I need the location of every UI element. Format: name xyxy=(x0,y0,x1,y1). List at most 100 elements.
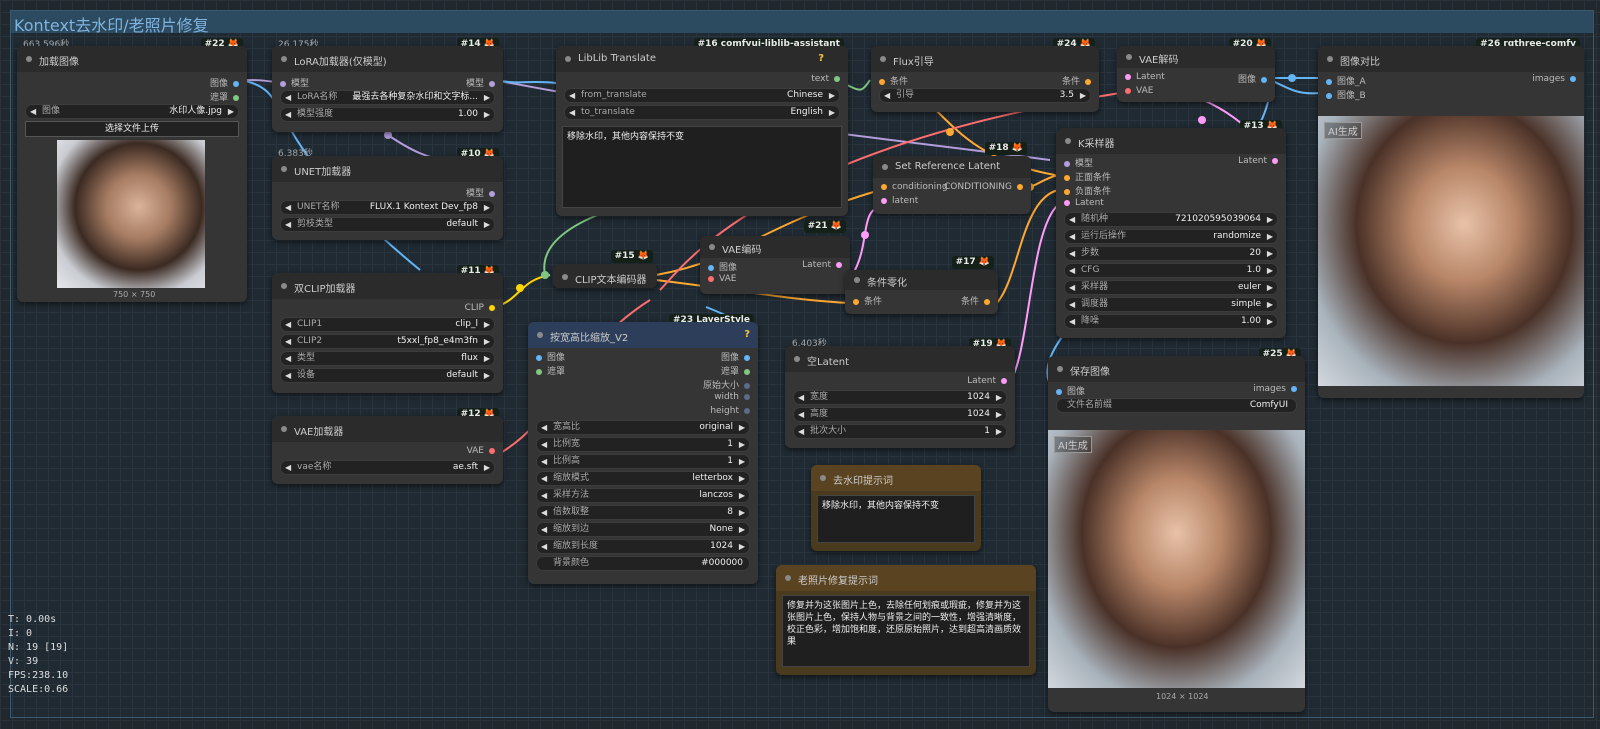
collapse-dot[interactable] xyxy=(26,56,32,62)
input-model[interactable]: 模型 xyxy=(280,76,309,89)
input-negative[interactable]: 负面条件 xyxy=(1064,184,1111,197)
output-latent[interactable]: Latent xyxy=(1238,156,1278,166)
node-liblib-translate[interactable]: #16 comfyui-liblib-assistant LibLib Tran… xyxy=(556,38,848,216)
node-ksampler[interactable]: #13 🦊 K采样器 模型 正面条件 负面条件 Latent Latent ◀ 随… xyxy=(1056,120,1286,338)
node-conditioning-zero[interactable]: #17 🦊 条件零化 条件 条件 xyxy=(845,256,998,314)
input-image-a[interactable]: 图像_A xyxy=(1326,74,1366,87)
note-textarea[interactable]: 修复并为这张图片上色，去除任何划痕或瑕疵，修复并为这张图片上色，保持人物与背景之… xyxy=(782,595,1030,667)
output-image[interactable]: 图像 xyxy=(721,350,750,363)
input-mask[interactable]: 遮罩 xyxy=(536,364,565,377)
guidance-input[interactable]: ◀ 引导 3.5 ▶ xyxy=(879,88,1091,103)
output-mask[interactable]: 遮罩 xyxy=(721,364,750,377)
input-latent[interactable]: latent xyxy=(881,196,918,206)
help-icon[interactable]: ? xyxy=(744,329,750,340)
node-save-image[interactable]: #25 🦊 保存图像 图像 images 文件名前缀 ComfyUI AI生成 1… xyxy=(1048,348,1305,712)
note-old-photo-prompt[interactable]: 老照片修复提示词 修复并为这张图片上色，去除任何划痕或瑕疵，修复并为这张图片上色… xyxy=(776,565,1036,675)
note-watermark-prompt[interactable]: 去水印提示词 移除水印，其他内容保持不变 xyxy=(811,465,981,551)
output-model[interactable]: 模型 xyxy=(466,76,495,89)
output-conditioning[interactable]: 条件 xyxy=(961,294,990,307)
model-strength-input[interactable]: ◀ 模型强度 1.00 ▶ xyxy=(280,107,495,122)
aspect-ratio-select[interactable]: ◀ 宽高比 original ▶ xyxy=(536,420,750,435)
collapse-dot[interactable] xyxy=(281,426,287,432)
lora-name-select[interactable]: ◀ LoRA名称 最强去各种复杂水印和文字标... ▶ xyxy=(280,90,495,105)
node-flux-guidance[interactable]: #24 🦊 Flux引导 条件 条件 ◀ 引导 3.5 ▶ xyxy=(871,38,1099,112)
clip2-select[interactable]: ◀ CLIP2 t5xxl_fp8_e4m3fn ▶ xyxy=(280,334,495,349)
filename-prefix-input[interactable]: 文件名前缀 ComfyUI xyxy=(1056,398,1297,413)
input-image[interactable]: 图像 xyxy=(708,260,737,273)
scale-to-length-input[interactable]: ◀ 缩放到长度 1024 ▶ xyxy=(536,539,750,554)
input-conditioning[interactable]: conditioning xyxy=(881,182,948,192)
input-latent[interactable]: Latent xyxy=(1064,198,1104,208)
output-image-preview[interactable]: AI生成 xyxy=(1048,430,1305,688)
output-conditioning[interactable]: CONDITIONING xyxy=(944,182,1023,192)
output-images[interactable]: images xyxy=(1253,384,1297,394)
output-images[interactable]: images xyxy=(1532,74,1576,84)
collapse-dot[interactable] xyxy=(281,56,287,62)
height-input[interactable]: ◀ 高度 1024 ▶ xyxy=(793,407,1007,422)
node-resize-by-ratio[interactable]: #23 LayerStyle 按宽高比缩放_V2 ? 图像 遮罩 图像 遮罩 原… xyxy=(528,314,758,584)
batch-size-input[interactable]: ◀ 批次大小 1 ▶ xyxy=(793,424,1007,439)
node-set-reference-latent[interactable]: #18 🦊 Set Reference Latent conditioning … xyxy=(873,142,1031,214)
input-image[interactable]: 图像 xyxy=(1056,384,1085,397)
collapse-dot[interactable] xyxy=(820,475,826,481)
node-load-image[interactable]: #22 🦊 加载图像 图像 遮罩 ◀ 图像 水印人像.jpg ▶ 选择文件上传 750… xyxy=(17,38,247,302)
help-icon[interactable]: ? xyxy=(818,53,824,64)
output-image[interactable]: 图像 xyxy=(1238,72,1267,85)
collapse-dot[interactable] xyxy=(794,356,800,362)
collapse-dot[interactable] xyxy=(562,274,568,280)
upload-button[interactable]: 选择文件上传 xyxy=(25,121,239,137)
prompt-textarea[interactable]: 移除水印，其他内容保持不变 xyxy=(562,126,842,208)
output-height[interactable]: height xyxy=(710,406,750,416)
output-image[interactable]: 图像 xyxy=(210,76,239,89)
clip-type-select[interactable]: ◀ 类型 flux ▶ xyxy=(280,351,495,366)
from-translate-select[interactable]: ◀ from_translate Chinese ▶ xyxy=(564,88,840,103)
fit-mode-select[interactable]: ◀ 缩放模式 letterbox ▶ xyxy=(536,471,750,486)
output-latent[interactable]: Latent xyxy=(967,376,1007,386)
output-width[interactable]: width xyxy=(714,392,750,402)
collapse-dot[interactable] xyxy=(281,283,287,289)
clip1-select[interactable]: ◀ CLIP1 clip_l ▶ xyxy=(280,317,495,332)
node-lora-loader[interactable]: #14 🦊 LoRA加载器(仅模型) 模型 模型 ◀ LoRA名称 最强去各种复杂水… xyxy=(272,38,503,132)
cfg-input[interactable]: ◀ CFG 1.0 ▶ xyxy=(1064,263,1278,278)
output-text[interactable]: text xyxy=(811,74,840,84)
collapse-dot[interactable] xyxy=(1065,138,1071,144)
input-conditioning[interactable]: 条件 xyxy=(853,294,882,307)
to-translate-select[interactable]: ◀ to_translate English ▶ xyxy=(564,105,840,120)
output-model[interactable]: 模型 xyxy=(466,186,495,199)
note-textarea[interactable]: 移除水印，其他内容保持不变 xyxy=(817,495,975,543)
seed-input[interactable]: ◀ 随机种 721020595039064 ▶ xyxy=(1064,212,1278,227)
compare-image[interactable]: AI生成 xyxy=(1318,116,1584,386)
node-vae-decode[interactable]: #20 🦊 VAE解码 Latent VAE 图像 xyxy=(1117,38,1275,102)
resample-method-select[interactable]: ◀ 采样方法 lanczos ▶ xyxy=(536,488,750,503)
output-original-size[interactable]: 原始大小 xyxy=(703,378,750,391)
control-after-generate-select[interactable]: ◀ 运行后操作 randomize ▶ xyxy=(1064,229,1278,244)
node-image-compare[interactable]: #26 rgthree-comfy 图像对比 图像_A 图像_B images … xyxy=(1318,38,1584,398)
collapse-dot[interactable] xyxy=(1327,56,1333,62)
input-vae[interactable]: VAE xyxy=(708,274,736,284)
collapse-dot[interactable] xyxy=(854,277,860,283)
input-vae[interactable]: VAE xyxy=(1125,86,1153,96)
collapse-dot[interactable] xyxy=(709,244,715,250)
node-unet-loader[interactable]: #10 🦊 UNET加载器 模型 ◀ UNET名称 FLUX.1 Kontext D… xyxy=(272,148,503,240)
steps-input[interactable]: ◀ 步数 20 ▶ xyxy=(1064,246,1278,261)
ratio-width-input[interactable]: ◀ 比例宽 1 ▶ xyxy=(536,437,750,452)
device-select[interactable]: ◀ 设备 default ▶ xyxy=(280,368,495,383)
round-multiple-input[interactable]: ◀ 倍数取整 8 ▶ xyxy=(536,505,750,520)
collapse-dot[interactable] xyxy=(537,332,543,338)
collapse-dot[interactable] xyxy=(1126,54,1132,60)
collapse-dot[interactable] xyxy=(565,56,571,62)
node-clip-text-encode[interactable]: #15 🦊 CLIP文本编码器 xyxy=(553,250,657,288)
output-vae[interactable]: VAE xyxy=(467,446,495,456)
width-input[interactable]: ◀ 宽度 1024 ▶ xyxy=(793,390,1007,405)
image-select[interactable]: ◀ 图像 水印人像.jpg ▶ xyxy=(25,104,239,119)
input-latent[interactable]: Latent xyxy=(1125,72,1165,82)
node-dual-clip-loader[interactable]: #11 🦊 双CLIP加载器 CLIP ◀ CLIP1 clip_l ▶ ◀ CLIP2… xyxy=(272,265,503,393)
scale-to-side-select[interactable]: ◀ 缩放到边 None ▶ xyxy=(536,522,750,537)
collapse-dot[interactable] xyxy=(785,575,791,581)
collapse-dot[interactable] xyxy=(882,164,888,170)
output-conditioning[interactable]: 条件 xyxy=(1062,74,1091,87)
input-model[interactable]: 模型 xyxy=(1064,156,1093,169)
output-clip[interactable]: CLIP xyxy=(465,303,495,313)
vae-name-select[interactable]: ◀ vae名称 ae.sft ▶ xyxy=(280,460,495,475)
input-image[interactable]: 图像 xyxy=(536,350,565,363)
